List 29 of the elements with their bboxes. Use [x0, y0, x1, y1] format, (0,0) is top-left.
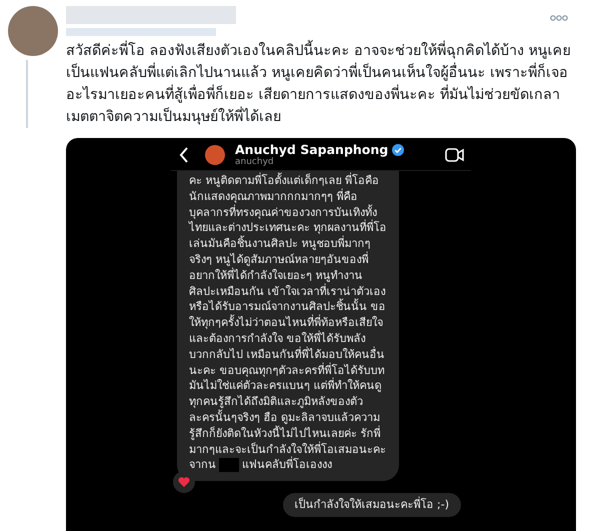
message-text: คะ หนูติดตามพี่โอตั้งแต่เด็กๆเลย พี่โอคือ [189, 173, 380, 188]
message-text: หรือได้รับอารมณ์จากงานศิลปะชิ้นนั้น ขอ [189, 299, 386, 314]
message-text: ละครนั้นๆจริงๆ ฮือ ดูมะลิลาจบแล้วความ [189, 410, 381, 426]
message-text: มากๆและจะเป็นกำลังใจให้พี่โอเสมอนะคะ [189, 442, 386, 456]
back-icon [179, 146, 189, 162]
message-text: และต้องการกำลังใจ ขอให้พี่ได้รับพลัง [189, 330, 366, 346]
message-text: เล่นมันคือชิ้นงานศิลปะ หนูชอบพี่มากๆ [189, 236, 372, 252]
message-text: ไทยและต่างประเทศนะคะ ทุกผลงานที่พี่โอ [189, 220, 386, 236]
message-text: จากน [189, 457, 216, 474]
contact-handle: anuchyd [235, 157, 275, 167]
avatar-placeholder [8, 6, 58, 56]
message-text: มันไม่ใช่แค่ตัวละครแบนๆ แต่พี่ทำให้คนดู [189, 378, 382, 394]
video-camera-icon [445, 146, 465, 162]
message-text: รู้สึกก็ยังติดในหัวงนี้ไม่ไปไหนเลยค่ะ รักพี่ [189, 426, 382, 442]
message-text: เป็นกำลังใจให้เสมอนะคะพี่โอ ;-) [294, 497, 449, 513]
tweet-text: สวัสดีค่ะพี่โอ ลองฟังเสียงตัวเองในคลิปนี้นะคะ อาจจะช่วยให้พี่ฉุกคิดได้บ้าง หนูเคยเป็นแฟนคลับพี่แต่เลิกไปนานแล้ว หนูเคยคิดว่าพี่เป็นคนเห็นใจผู้อื่นนะ เพราะพี่ก็เจออะไรมาเยอะคนที่สู้เพื่อพี่ก็เยอะ เสียดายการแสดงของพี่นะคะ ที่มันไม่ช่วยขัดเกลาเมตตาจิตความเป็นมนุษย์ให้พี่ได้เลย [66, 40, 571, 128]
message-text: บวกกลับไป เหมือนกันที่พี่ได้มอบให้คนอื่น [189, 346, 386, 362]
more-icon[interactable] [550, 15, 568, 21]
message-text: ศิลปะเหมือนกัน เข้าใจเวลาที่เราน่าตัวเอง [189, 284, 386, 298]
message-text: นะคะ ขอบคุณทุกๆตัวละครที่พี่โอได้รับบท [189, 362, 386, 378]
message-text: แฟนคลับพี่โอเองงง [242, 457, 332, 474]
profile-avatar [205, 144, 225, 164]
message-text: บุคลากรที่ทรงคุณค่าของวงการบันเทิงทั้ง [189, 204, 386, 220]
message-text: อยากให้พี่ได้กำลังใจเยอะๆ หนูทำงาน [189, 268, 364, 284]
message-text: ทุกคนรู้สึกได้ถึงมิติและภูมิหลังของตัว [189, 394, 364, 410]
contact-name: Anuchyd Sapanphong [235, 142, 388, 157]
message-text: ให้ทุกๆครั้งไม่ว่าตอนไหนที่พี่ท้อหรือเสียใจ [189, 315, 384, 330]
message-text: จริงๆ หนูได้ดูสัมภาษณ์หลายๆอันของพี่ [189, 252, 370, 268]
message-text: นักแสดงคุณภาพมากกกมากๆๆ พี่คือ [189, 188, 358, 203]
